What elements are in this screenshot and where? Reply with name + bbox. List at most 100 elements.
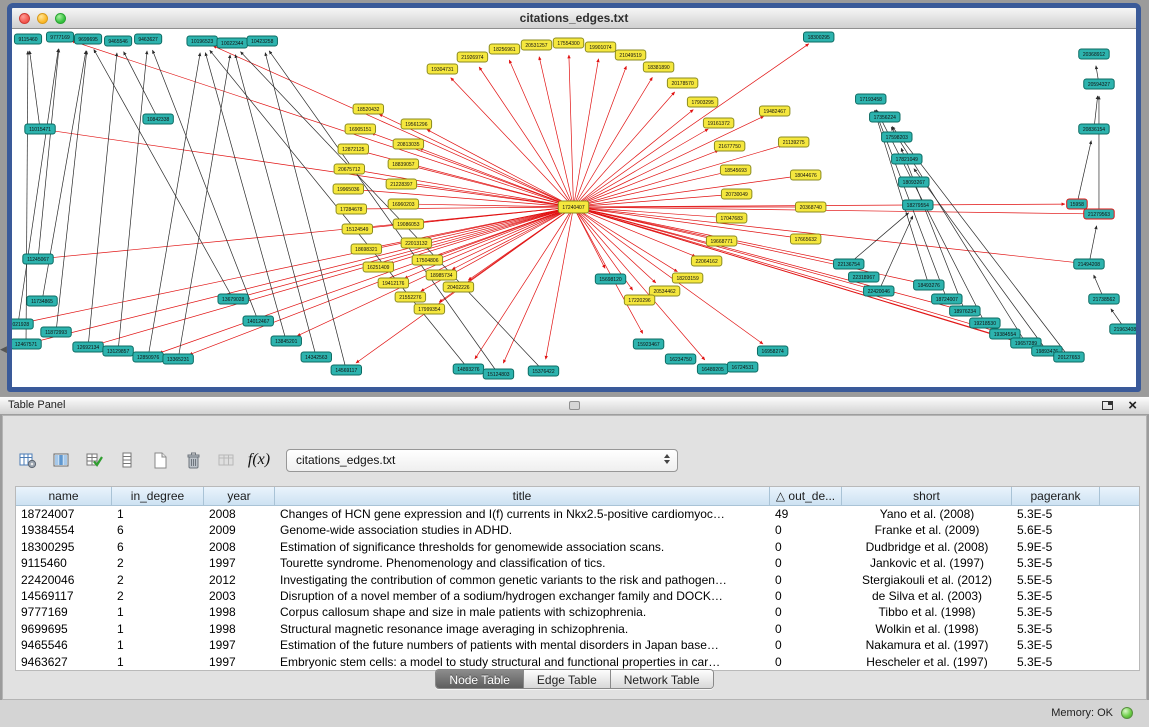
table-row[interactable]: 946554611997Estimation of the future num… [16, 637, 1139, 653]
network-canvas[interactable]: 17240407 18520432 16905151 12872125 20675712… [12, 29, 1136, 387]
graph-node[interactable]: 19412176 [378, 278, 408, 288]
graph-node[interactable]: 19561296 [401, 119, 431, 129]
graph-node[interactable]: 18203159 [672, 273, 702, 283]
graph-node[interactable]: 19086053 [393, 219, 423, 229]
graph-edge[interactable] [415, 204, 573, 207]
graph-edge[interactable] [100, 207, 574, 344]
graph-node[interactable]: 9463627 [135, 34, 162, 44]
graph-node[interactable]: 9465546 [105, 36, 132, 46]
graph-node[interactable]: 18698321 [351, 244, 381, 254]
graph-node[interactable]: 15698120 [595, 274, 625, 284]
graph-node[interactable]: 17240407 [558, 201, 588, 213]
graph-node[interactable]: 18093267 [899, 177, 929, 187]
graph-node[interactable]: 20836154 [1079, 124, 1109, 134]
graph-node[interactable]: 12872125 [338, 144, 368, 154]
graph-node[interactable]: 15923467 [633, 339, 663, 349]
function-builder-icon[interactable]: f(x) [246, 447, 272, 473]
graph-edge[interactable] [30, 207, 574, 322]
graph-node[interactable]: 9699695 [75, 34, 102, 44]
graph-node[interactable]: 10196523 [187, 36, 217, 46]
graph-node[interactable]: 19218530 [970, 318, 1000, 328]
graph-node[interactable]: 10842338 [143, 114, 173, 124]
graph-edge[interactable] [451, 78, 574, 207]
edit-table-icon[interactable] [81, 447, 107, 473]
graph-node[interactable]: 20368740 [795, 202, 825, 212]
table-settings-icon[interactable] [15, 447, 41, 473]
graph-node[interactable]: 20178570 [667, 78, 697, 88]
float-panel-icon[interactable] [1102, 401, 1113, 410]
graph-edge[interactable] [88, 53, 117, 347]
graph-node[interactable]: 10423258 [247, 36, 277, 46]
graph-node[interactable]: 22136754 [834, 259, 864, 269]
graph-node[interactable]: 22013132 [401, 238, 431, 248]
graph-node[interactable]: 16905151 [345, 124, 375, 134]
graph-node[interactable]: 17999354 [414, 304, 444, 314]
graph-node[interactable]: 21926974 [457, 52, 487, 62]
import-table-icon[interactable] [213, 447, 239, 473]
graph-node[interactable]: 17220296 [624, 295, 654, 305]
graph-node[interactable]: 19161372 [703, 118, 733, 128]
graph-node[interactable]: 21228397 [386, 179, 416, 189]
graph-node[interactable]: 16234750 [665, 354, 695, 364]
column-header-in_degree[interactable]: in_degree [112, 487, 204, 506]
table-row[interactable]: 1872400712008Changes of HCN gene express… [16, 506, 1139, 522]
graph-node[interactable]: 14569117 [331, 365, 361, 375]
graph-node[interactable]: 15376422 [528, 366, 558, 376]
graph-node[interactable]: 20675712 [334, 164, 364, 174]
graph-node[interactable]: 10022344 [217, 38, 247, 48]
graph-node[interactable]: 9777169 [46, 32, 73, 42]
graph-node[interactable]: 16958274 [757, 346, 787, 356]
graph-node[interactable]: 11734865 [27, 296, 57, 306]
graph-node[interactable]: 21494208 [1074, 259, 1104, 269]
splitter-grip[interactable] [569, 401, 580, 410]
column-header-out_de[interactable]: △ out_de... [770, 487, 842, 506]
graph-node[interactable]: 11015471 [25, 124, 55, 134]
graph-node[interactable]: 18976234 [950, 306, 980, 316]
graph-edge[interactable] [509, 60, 573, 207]
column-selector-icon[interactable] [48, 447, 74, 473]
graph-edge[interactable] [38, 207, 574, 341]
graph-edge[interactable] [452, 207, 573, 270]
graph-edge[interactable] [546, 207, 574, 359]
graph-edge[interactable] [573, 207, 793, 237]
graph-node[interactable]: 20813035 [393, 139, 423, 149]
graph-node[interactable]: 18985734 [426, 270, 456, 280]
graph-edge[interactable] [573, 207, 953, 308]
table-row[interactable]: 1938455462009Genome-wide association stu… [16, 522, 1139, 538]
table-row[interactable]: 969969511998Structural magnetic resonanc… [16, 621, 1139, 637]
graph-edge[interactable] [569, 55, 574, 207]
graph-node[interactable]: 20730049 [721, 189, 751, 199]
graph-node[interactable]: 12692134 [73, 342, 103, 352]
delete-table-icon[interactable] [180, 447, 206, 473]
graph-edge[interactable] [573, 44, 808, 207]
graph-edge[interactable] [30, 51, 40, 129]
graph-node[interactable]: 17284678 [336, 204, 366, 214]
graph-edge[interactable] [573, 59, 598, 207]
graph-node[interactable]: 18279554 [903, 200, 933, 210]
graph-node[interactable]: 21552276 [395, 292, 425, 302]
graph-edge[interactable] [38, 49, 59, 259]
graph-node[interactable]: 21049519 [615, 50, 645, 60]
graph-node[interactable]: 14893276 [453, 364, 483, 374]
graph-node[interactable]: 17821049 [892, 154, 922, 164]
tab-node-table[interactable]: Node Table [436, 670, 524, 688]
graph-node[interactable]: 16960203 [388, 199, 418, 209]
graph-node[interactable]: 17903295 [687, 97, 717, 107]
graph-node[interactable]: 13845201 [271, 336, 301, 346]
graph-edge[interactable] [18, 49, 58, 324]
graph-node[interactable]: 12467571 [12, 339, 41, 349]
graph-edge[interactable] [573, 207, 1086, 214]
graph-node[interactable]: 19668771 [706, 236, 736, 246]
graph-edge[interactable] [269, 51, 498, 374]
table-selector-combo[interactable]: citations_edges.txt [286, 449, 678, 472]
graph-node[interactable]: 18520432 [353, 104, 383, 114]
graph-node[interactable]: 19482467 [759, 106, 789, 116]
graph-node[interactable]: 17554300 [553, 38, 583, 48]
tab-edge-table[interactable]: Edge Table [524, 670, 611, 688]
graph-node[interactable]: 20531257 [521, 40, 551, 50]
graph-edge[interactable] [94, 50, 233, 300]
graph-edge[interactable] [573, 177, 793, 207]
column-header-short[interactable]: short [842, 487, 1012, 506]
graph-edge[interactable] [148, 53, 200, 357]
close-panel-icon[interactable]: × [1128, 397, 1137, 414]
